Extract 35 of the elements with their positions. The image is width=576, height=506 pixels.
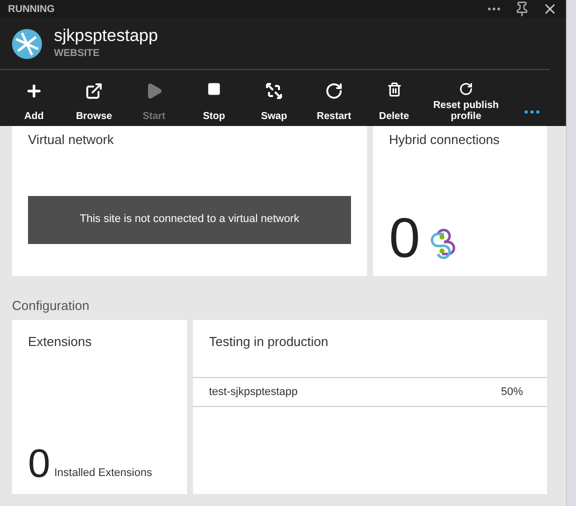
toolbar-button[interactable]: Restart	[304, 82, 364, 122]
external-link-icon	[85, 82, 103, 100]
slot-name[interactable]: test-sjkpsptestapp	[209, 384, 501, 400]
status-label: RUNNING	[8, 2, 56, 16]
toolbar-button[interactable]: Browse	[64, 82, 124, 122]
toolbar-button[interactable]: Stop	[184, 82, 244, 122]
plus-icon	[25, 82, 43, 100]
trash-icon	[386, 82, 402, 97]
restart-icon	[325, 82, 343, 100]
play-icon	[145, 82, 163, 100]
toolbar-button[interactable]: Add	[4, 82, 64, 122]
tile-title: Virtual network	[28, 131, 115, 149]
toolbar-button[interactable]: Swap	[244, 82, 304, 122]
section-heading: Configuration	[12, 297, 90, 315]
testing-tile[interactable]: Testing in production test-sjkpsptestapp 50%	[193, 320, 547, 494]
toolbar-button[interactable]: Delete	[364, 82, 424, 122]
tile-title: Testing in production	[208, 332, 330, 351]
scrollbar[interactable]	[566, 0, 576, 506]
pin-icon[interactable]	[514, 1, 530, 17]
stop-icon	[207, 82, 221, 96]
swap-arrows-icon	[265, 82, 283, 100]
toolbar-button[interactable]: Reset publish profile	[424, 82, 508, 122]
message-banner: This site is not connected to a virtual network	[28, 196, 351, 244]
resource-name: sjkpsptestapp	[54, 26, 158, 46]
count-caption: Installed Extensions	[54, 466, 152, 481]
count: 0	[389, 208, 420, 268]
count: 0	[28, 442, 50, 486]
hybrid-connections-tile[interactable]: Hybrid connections 0	[373, 126, 547, 276]
traffic-percent: 50%	[500, 384, 523, 400]
extensions-tile[interactable]: Extensions 0 Installed Extensions	[12, 320, 187, 494]
refresh-icon	[457, 82, 475, 96]
virtual-network-tile[interactable]: Virtual network This site is not connected to a virtual network	[12, 126, 367, 276]
tile-title: Extensions	[28, 332, 93, 350]
tile-title: Hybrid connections	[389, 131, 501, 149]
resource-type: WEBSITE	[54, 47, 101, 61]
